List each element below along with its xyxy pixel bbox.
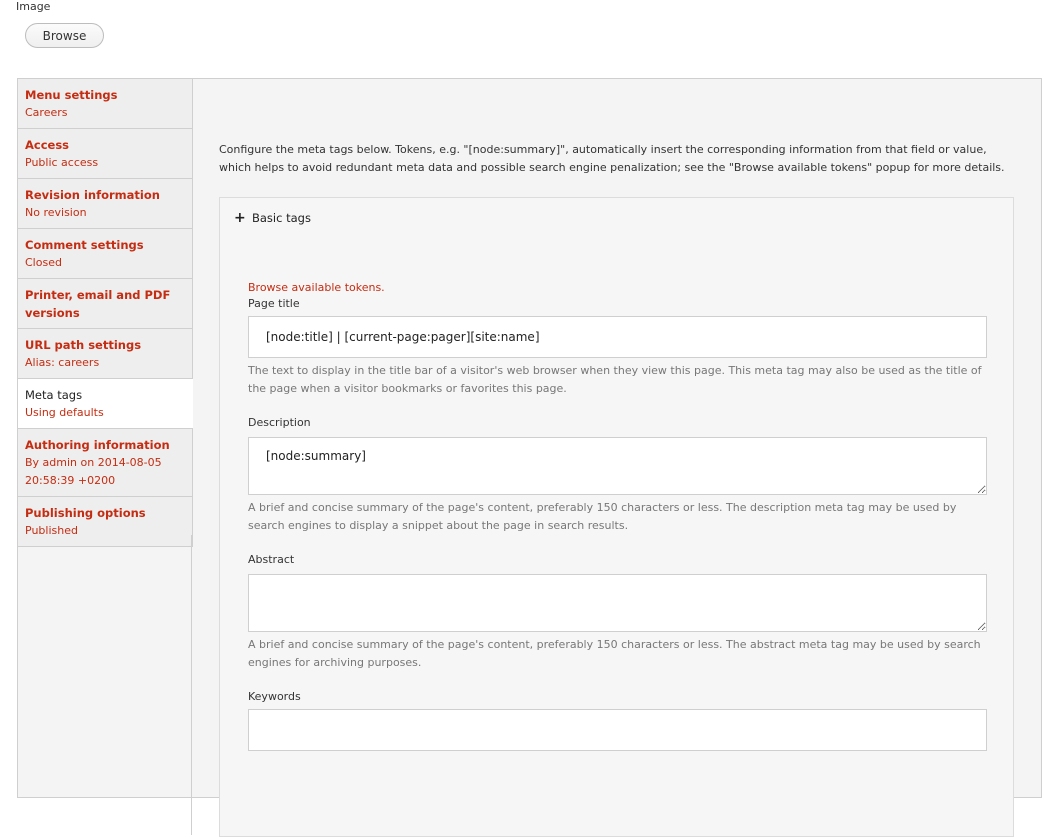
tab-divider: [191, 535, 192, 835]
vertical-tabs: Menu settings Careers Access Public acce…: [17, 78, 1042, 837]
basic-tags-toggle[interactable]: + Basic tags: [234, 210, 311, 226]
tab-title: Access: [25, 138, 70, 152]
page-title-description: The text to display in the title bar of …: [248, 364, 982, 395]
tab-summary: By admin on 2014-08-05 20:58:39 +0200: [25, 456, 162, 487]
tab-revision-information[interactable]: Revision information No revision: [18, 179, 192, 229]
tab-title: Meta tags: [25, 388, 83, 402]
keywords-field: Keywords: [248, 689, 988, 751]
page-title-input[interactable]: [248, 316, 987, 358]
abstract-description: A brief and concise summary of the page'…: [248, 638, 981, 669]
keywords-input[interactable]: [248, 709, 987, 751]
description-label: Description: [248, 416, 311, 429]
tab-title: Menu settings: [25, 88, 118, 102]
abstract-label: Abstract: [248, 553, 295, 566]
tab-summary: Alias: careers: [25, 356, 100, 369]
fieldset-legend: Basic tags: [252, 211, 311, 225]
browse-tokens-link[interactable]: Browse available tokens.: [248, 280, 988, 296]
tab-title: Authoring information: [25, 438, 170, 452]
page-title-label: Page title: [248, 297, 300, 310]
tab-comment-settings[interactable]: Comment settings Closed: [18, 229, 192, 279]
meta-tags-intro: Configure the meta tags below. Tokens, e…: [219, 143, 1005, 174]
tab-title: Publishing options: [25, 506, 146, 520]
tab-title: Comment settings: [25, 238, 144, 252]
page-title-field: Page title The text to display in the ti…: [248, 296, 988, 398]
vertical-tab-list: Menu settings Careers Access Public acce…: [18, 79, 193, 547]
meta-tags-pane: Configure the meta tags below. Tokens, e…: [219, 141, 1019, 177]
tab-printer-email-pdf[interactable]: Printer, email and PDF versions: [18, 279, 192, 329]
tab-summary: Careers: [25, 106, 68, 119]
tab-summary: No revision: [25, 206, 87, 219]
tab-summary: Using defaults: [25, 406, 104, 419]
plus-icon: +: [234, 210, 246, 226]
abstract-field: Abstract A brief and concise summary of …: [248, 552, 988, 672]
keywords-label: Keywords: [248, 690, 301, 703]
tab-summary: Public access: [25, 156, 99, 169]
tab-url-path-settings[interactable]: URL path settings Alias: careers: [18, 329, 192, 379]
description-field: Description [node:summary] A brief and c…: [248, 415, 988, 535]
basic-tags-fieldset: + Basic tags Browse available tokens. Pa…: [219, 197, 1014, 837]
image-field-label: Image: [16, 0, 51, 13]
tab-summary: Closed: [25, 256, 62, 269]
tab-menu-settings[interactable]: Menu settings Careers: [18, 79, 192, 129]
basic-tags-body: Browse available tokens. Page title The …: [248, 280, 988, 776]
tab-authoring-information[interactable]: Authoring information By admin on 2014-0…: [18, 429, 192, 497]
tab-access[interactable]: Access Public access: [18, 129, 192, 179]
tab-publishing-options[interactable]: Publishing options Published: [18, 497, 192, 547]
tab-meta-tags[interactable]: Meta tags Using defaults: [18, 379, 193, 429]
description-description: A brief and concise summary of the page'…: [248, 501, 957, 532]
tab-title: Printer, email and PDF versions: [25, 288, 171, 320]
abstract-textarea[interactable]: [248, 574, 987, 632]
browse-button[interactable]: Browse: [25, 23, 104, 48]
tab-summary: Published: [25, 524, 78, 537]
description-textarea[interactable]: [node:summary]: [248, 437, 987, 495]
tab-title: Revision information: [25, 188, 160, 202]
tab-title: URL path settings: [25, 338, 142, 352]
